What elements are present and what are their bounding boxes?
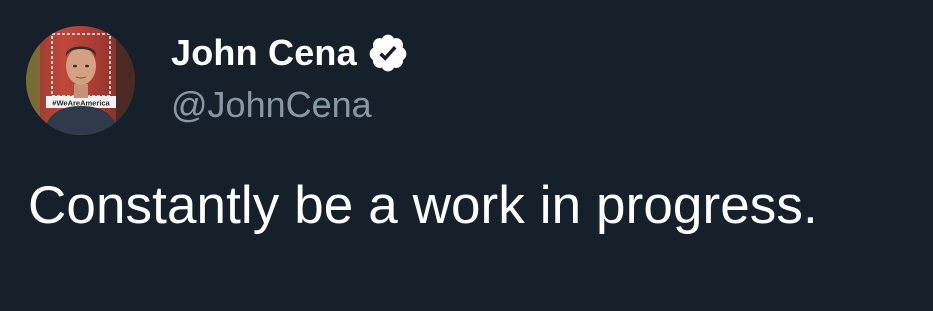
avatar[interactable]: #WeAreAmerica (26, 26, 135, 135)
tweet-text: Constantly be a work in progress. (28, 176, 818, 235)
tweet-header: John Cena @JohnCena (171, 30, 409, 126)
name-row: John Cena (171, 30, 409, 76)
avatar-image: #WeAreAmerica (26, 26, 135, 135)
user-handle[interactable]: @JohnCena (171, 84, 409, 126)
display-name[interactable]: John Cena (171, 30, 357, 76)
tweet-card: #WeAreAmerica John Cena @JohnCena Consta… (0, 0, 933, 311)
verified-badge-icon (367, 32, 409, 74)
